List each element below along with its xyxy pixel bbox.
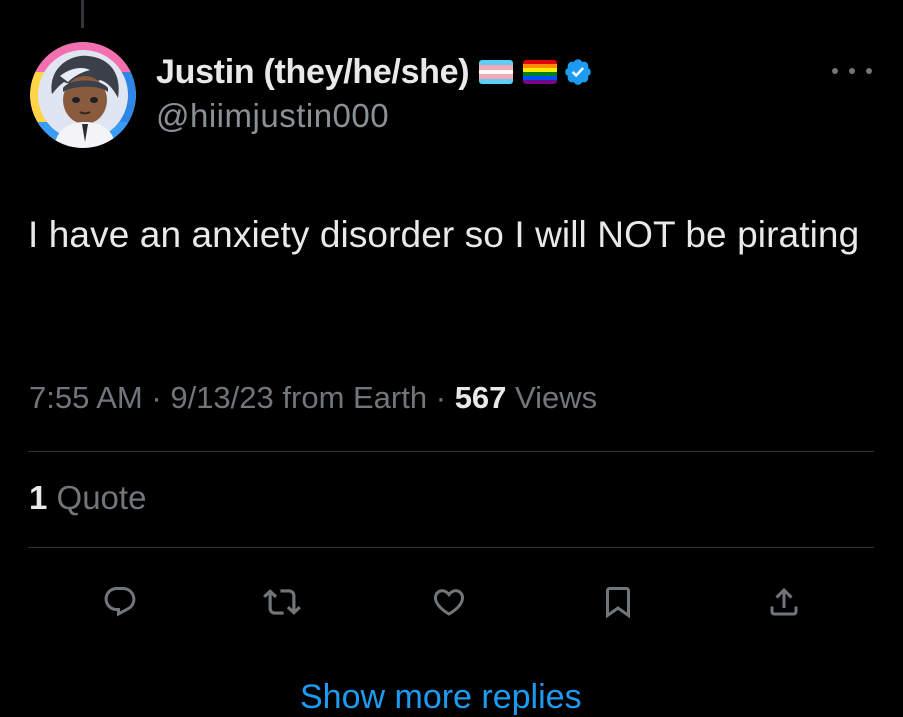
more-options-icon[interactable] (832, 60, 872, 82)
show-more-replies-link[interactable]: Show more replies (300, 678, 582, 717)
reply-button[interactable] (92, 574, 148, 630)
views-label: Views (515, 380, 598, 415)
tweet-date[interactable]: 9/13/23 (170, 380, 273, 415)
quotes-label: Quote (56, 479, 147, 516)
author-handle[interactable]: @hiimjustin000 (156, 97, 389, 135)
retweet-button[interactable] (254, 574, 310, 630)
tweet-time[interactable]: 7:55 AM (29, 380, 143, 415)
retweet-icon (263, 589, 301, 615)
rainbow-flag-icon (523, 60, 558, 84)
quotes-count: 1 (29, 479, 48, 516)
avatar[interactable] (30, 42, 136, 148)
divider (28, 451, 874, 452)
like-icon (433, 589, 465, 616)
share-icon (770, 587, 798, 616)
bookmark-icon (606, 587, 630, 619)
meta-separator: · (435, 380, 447, 415)
author-display-name[interactable]: Justin (they/he/she) (156, 53, 470, 92)
views-count: 567 (454, 380, 507, 415)
meta-separator: · (151, 380, 162, 415)
tweet-actions-bar (0, 574, 903, 630)
quotes-link[interactable]: 1 Quote (29, 479, 146, 517)
tweet-metadata: 7:55 AM · 9/13/23 from Earth · 567 Views (29, 380, 597, 416)
bookmark-button[interactable] (590, 574, 646, 630)
like-button[interactable] (421, 574, 477, 630)
author-name-row[interactable]: Justin (they/he/she) (156, 52, 593, 92)
tweet-source: from Earth (282, 380, 428, 415)
tweet-text: I have an anxiety disorder so I will NOT… (28, 214, 860, 255)
transgender-flag-icon (479, 60, 514, 84)
share-button[interactable] (756, 574, 812, 630)
divider (28, 547, 874, 548)
reply-icon (104, 587, 136, 617)
verified-badge-icon[interactable] (563, 57, 593, 87)
thread-line (81, 0, 84, 28)
